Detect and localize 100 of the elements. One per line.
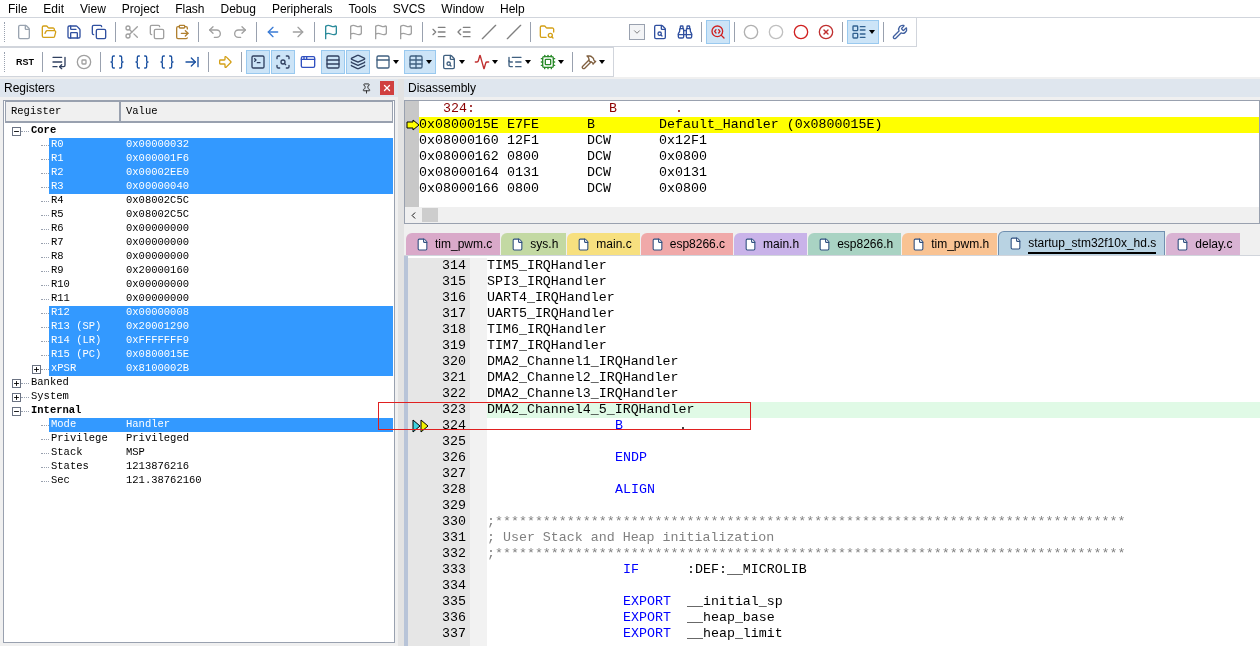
flag-icon — [323, 24, 339, 40]
file-icon — [650, 237, 664, 251]
column-header[interactable]: Register — [5, 101, 120, 122]
column-header[interactable]: Value — [120, 101, 393, 122]
expand-toggle[interactable] — [12, 378, 21, 388]
open-folder-icon — [41, 24, 57, 40]
register-row[interactable]: System — [29, 390, 393, 404]
address: 0x0800015E — [419, 116, 500, 135]
register-row[interactable]: Stack MSP — [49, 446, 393, 460]
code-keyword: EXPORT — [623, 593, 672, 612]
horizontal-scrollbar[interactable] — [405, 207, 1259, 223]
dropdown-box[interactable] — [629, 24, 645, 40]
toolbar-button[interactable] — [404, 50, 436, 74]
toolbar-button[interactable] — [321, 50, 345, 74]
back-arrow-icon — [265, 24, 281, 40]
mnemonic: DCW — [587, 180, 612, 199]
register-name: R5 — [50, 207, 65, 223]
operand: 0x0800 — [659, 180, 707, 199]
toolbar-button[interactable] — [271, 50, 295, 74]
source-operand: . — [675, 100, 683, 119]
register-row[interactable]: R4 0x08002C5C — [49, 194, 393, 208]
file-tab[interactable]: esp8266.c — [640, 233, 734, 255]
register-row[interactable]: Banked — [29, 376, 393, 390]
menu-item[interactable]: View — [72, 0, 114, 18]
toolbar-button[interactable] — [246, 50, 270, 74]
code-keyword: EXPORT — [623, 609, 672, 628]
toolbar-button[interactable] — [346, 50, 370, 74]
menu-item[interactable]: Project — [113, 0, 168, 18]
file-tab[interactable]: tim_pwm.c — [406, 233, 501, 255]
line-number: 325 — [441, 433, 467, 452]
clear-breakpoints-icon — [818, 24, 834, 40]
code-operand: . — [679, 417, 687, 436]
register-name: Privilege — [50, 431, 109, 447]
register-row[interactable]: R9 0x20000160 — [49, 264, 393, 278]
register-row[interactable]: Core — [29, 124, 393, 138]
expand-toggle[interactable] — [12, 392, 21, 402]
register-row[interactable]: Sec 121.38762160 — [49, 474, 393, 488]
reset-button[interactable]: RST — [12, 50, 38, 74]
line-number: 330 — [441, 513, 467, 532]
address: 0x08000166 — [419, 180, 500, 199]
scrollbar-thumb[interactable] — [422, 208, 438, 222]
menu-item[interactable]: Peripherals — [263, 0, 341, 18]
file-tab[interactable]: startup_stm32f10x_hd.s — [998, 231, 1166, 255]
register-name: R9 — [50, 263, 65, 279]
register-row[interactable]: Internal — [29, 404, 393, 418]
file-tab[interactable]: sys.h — [501, 233, 567, 255]
file-tab[interactable]: main.c — [567, 233, 640, 255]
menu-item[interactable]: Flash — [167, 0, 213, 18]
register-row[interactable]: R7 0x00000000 — [49, 236, 393, 250]
file-tab[interactable]: main.h — [734, 233, 808, 255]
line-number: 332 — [441, 545, 467, 564]
code-text: DMA2_Channel3_IRQHandler — [487, 385, 679, 404]
step-out-icon — [159, 54, 175, 70]
register-row[interactable]: States 1213876216 — [49, 460, 393, 474]
register-name: R1 — [50, 151, 65, 167]
register-row[interactable]: R11 0x00000000 — [49, 292, 393, 306]
binoculars-icon — [677, 24, 693, 40]
register-row[interactable]: R5 0x08002C5C — [49, 208, 393, 222]
collapse-toggle[interactable] — [12, 406, 21, 416]
menu-item[interactable]: SVCS — [384, 0, 434, 18]
line-number: 333 — [441, 561, 467, 580]
debug-icon — [710, 24, 726, 40]
operand: Default_Handler (0x0800015E) — [659, 116, 883, 135]
plus-icon — [33, 365, 40, 373]
expand-toggle[interactable] — [32, 364, 41, 374]
code-comment: ; User Stack and Heap initialization — [487, 529, 775, 548]
menu-item[interactable]: Help — [492, 0, 533, 18]
line-number: 320 — [441, 353, 467, 372]
file-tab[interactable]: esp8266.h — [808, 233, 902, 255]
menu-item[interactable]: Edit — [35, 0, 73, 18]
step-into-icon — [109, 54, 125, 70]
menu-item[interactable]: File — [0, 0, 36, 18]
line-number: 337 — [441, 625, 467, 644]
register-value: 0x08002C5C — [126, 207, 189, 223]
register-value: 0x00000000 — [126, 291, 189, 307]
toolbar-button[interactable] — [847, 20, 879, 44]
file-tab[interactable]: delay.c — [1166, 233, 1241, 255]
breakpoint-icon — [743, 24, 759, 40]
line-number: 314 — [441, 257, 467, 276]
mnemonic: DCW — [587, 164, 612, 183]
plus-icon — [13, 393, 20, 401]
line-number: 326 — [441, 449, 467, 468]
register-value: Handler — [126, 417, 171, 433]
code-keyword: B — [615, 417, 624, 436]
close-button[interactable] — [380, 81, 394, 95]
register-name: xPSR — [50, 361, 78, 377]
register-row[interactable]: R8 0x00000000 — [49, 250, 393, 264]
menu-item[interactable]: Debug — [212, 0, 264, 18]
file-icon — [577, 237, 591, 251]
register-row[interactable]: Privilege Privileged — [49, 432, 393, 446]
pin-icon[interactable] — [361, 82, 372, 94]
collapse-toggle[interactable] — [12, 126, 21, 136]
register-row[interactable]: R6 0x00000000 — [49, 222, 393, 236]
menu-item[interactable]: Window — [433, 0, 492, 18]
menu-item[interactable]: Tools — [340, 0, 385, 18]
step-over-icon — [134, 54, 150, 70]
file-tab[interactable]: tim_pwm.h — [902, 233, 998, 255]
register-name: R13 (SP) — [50, 319, 103, 335]
register-row[interactable]: R10 0x00000000 — [49, 278, 393, 292]
code-text: TIM6_IRQHandler — [487, 321, 607, 340]
